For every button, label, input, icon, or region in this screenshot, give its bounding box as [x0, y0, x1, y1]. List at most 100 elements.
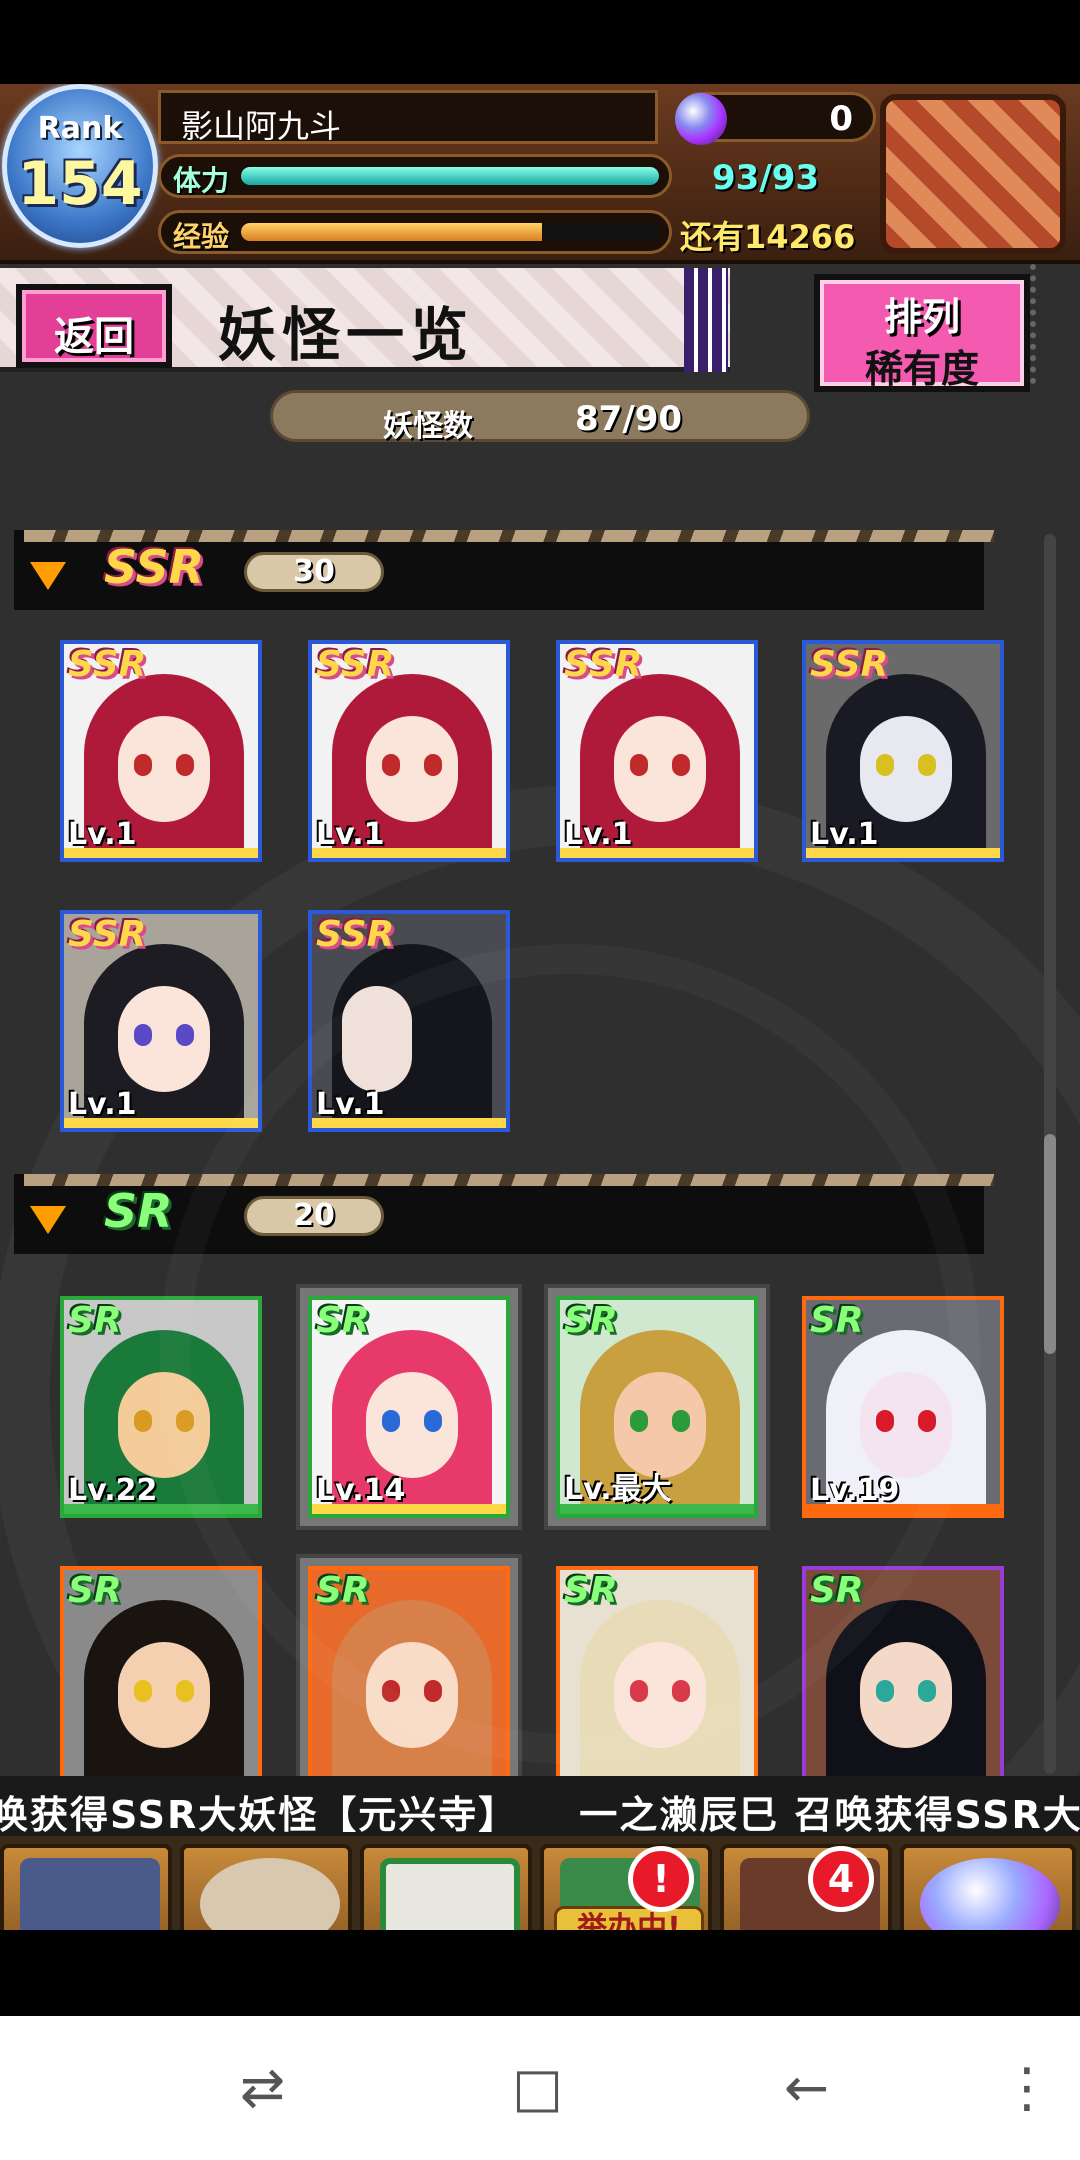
- exp-remaining: 还有14266: [680, 218, 856, 256]
- portrait-eye: [630, 1410, 648, 1432]
- magic-orb-icon: [675, 93, 727, 145]
- card-rarity-tag: SSR: [564, 644, 643, 685]
- menu-button[interactable]: ⋮: [1000, 2056, 1054, 2119]
- gift-box-icon[interactable]: [880, 94, 1066, 254]
- rank-value: 154: [17, 149, 143, 219]
- portrait-face: [860, 716, 952, 822]
- portrait-eye: [424, 754, 442, 776]
- portrait-face: [118, 1642, 210, 1748]
- portrait-hair: [332, 1330, 492, 1514]
- magnifier-map-icon: [200, 1858, 340, 1930]
- bottom-nav: 宅邸 探索 妖怪 举办中! ! 召唤 4 妖友 商店: [0, 1836, 1080, 1930]
- monster-count-value: 87/90: [575, 399, 683, 439]
- game-screen: Rank 154 影山阿九斗 0 体力 93/93 经验 还有14266 返回 …: [0, 84, 1080, 1930]
- section-header-ssr[interactable]: SSR 30: [14, 530, 994, 610]
- back-nav-button[interactable]: ←: [784, 2056, 829, 2119]
- monster-card[interactable]: SSR Lv.1: [556, 640, 758, 862]
- rarity-badge-sr: SR: [104, 1184, 173, 1238]
- monster-portrait: [312, 1570, 506, 1776]
- sort-button[interactable]: 排列 稀有度: [814, 274, 1030, 392]
- portrait-hair: [332, 944, 492, 1128]
- scrollbar-thumb[interactable]: [1044, 1134, 1056, 1354]
- portrait-eye: [382, 1680, 400, 1702]
- status-bar: [0, 0, 1080, 84]
- portrait-face: [366, 716, 458, 822]
- title-tab-decoration: [684, 268, 728, 372]
- stamina-bar: [241, 167, 659, 185]
- nav-shop[interactable]: 商店: [900, 1844, 1076, 1930]
- monster-card[interactable]: SR Lv.19: [802, 1296, 1004, 1518]
- exp-bar: [241, 223, 659, 241]
- monster-card[interactable]: SSR Lv.1: [308, 640, 510, 862]
- card-rarity-tag: SR: [316, 1300, 370, 1341]
- player-name: 影山阿九斗: [181, 107, 342, 145]
- nav-explore[interactable]: 探索: [180, 1844, 352, 1930]
- monster-card[interactable]: SR: [802, 1566, 1004, 1776]
- monster-card[interactable]: SSR Lv.1: [60, 640, 262, 862]
- nav-monsters[interactable]: 妖怪: [360, 1844, 532, 1930]
- scroll-icon: [380, 1858, 520, 1930]
- news-ticker: 唤获得SSR大妖怪【元兴寺】 一之濑辰巳 召唤获得SSR大: [0, 1776, 1080, 1836]
- portrait-face: [342, 986, 412, 1092]
- exp-fill: [241, 223, 542, 241]
- collapse-arrow-icon[interactable]: [30, 1206, 66, 1234]
- scrollbar[interactable]: [1044, 534, 1056, 1774]
- portrait-face: [614, 1372, 706, 1478]
- rank-label: Rank: [37, 111, 123, 146]
- level-bar: [312, 1118, 506, 1128]
- portrait-eye: [918, 754, 936, 776]
- crystal-orb-icon: [920, 1858, 1060, 1930]
- stamina-gauge: 体力: [158, 154, 672, 198]
- nav-summon[interactable]: 举办中! ! 召唤: [540, 1844, 712, 1930]
- monster-card[interactable]: SSR Lv.1: [802, 640, 1004, 862]
- monster-card[interactable]: SR: [308, 1566, 510, 1776]
- nav-mansion[interactable]: 宅邸: [0, 1844, 172, 1930]
- card-rarity-tag: SSR: [810, 644, 889, 685]
- sort-value: 稀有度: [864, 347, 979, 391]
- monster-card[interactable]: SR Lv.22: [60, 1296, 262, 1518]
- level-bar: [560, 1504, 754, 1514]
- portrait-eye: [672, 1680, 690, 1702]
- card-level: Lv.1: [810, 817, 879, 852]
- portrait-eye: [918, 1680, 936, 1702]
- portrait-eye: [176, 754, 194, 776]
- orb-counter[interactable]: 0: [675, 92, 876, 145]
- monster-list[interactable]: SSR 30 SSR Lv.1 SSR Lv.1 SSR Lv.1 SSR Lv…: [0, 444, 1080, 1776]
- portrait-eye: [424, 1410, 442, 1432]
- card-rarity-tag: SR: [564, 1570, 618, 1611]
- card-rarity-tag: SSR: [316, 914, 395, 955]
- card-rarity-tag: SR: [564, 1300, 618, 1341]
- gear-icon: [1030, 264, 1078, 384]
- monster-portrait: [312, 1300, 506, 1514]
- portrait-eye: [876, 754, 894, 776]
- monster-card[interactable]: SSR Lv.1: [308, 910, 510, 1132]
- monster-card[interactable]: SR: [556, 1566, 758, 1776]
- player-name-box: 影山阿九斗: [158, 90, 658, 145]
- monster-card[interactable]: SSR Lv.1: [60, 910, 262, 1132]
- portrait-hair: [332, 1600, 492, 1776]
- card-level: Lv.最大: [564, 1472, 672, 1507]
- monster-card[interactable]: SR Lv.最大: [556, 1296, 758, 1518]
- collapse-arrow-icon[interactable]: [30, 562, 66, 590]
- count-badge: 4: [808, 1846, 874, 1912]
- portrait-eye: [672, 1410, 690, 1432]
- stamina-label: 体力: [173, 164, 230, 197]
- nav-friends[interactable]: 4 妖友: [720, 1844, 892, 1930]
- home-button[interactable]: □: [512, 2056, 563, 2119]
- stamina-value: 93/93: [712, 158, 820, 198]
- section-header-sr[interactable]: SR 20: [14, 1174, 994, 1254]
- monster-card[interactable]: SR: [60, 1566, 262, 1776]
- sort-label: 排列: [883, 295, 960, 339]
- card-level: Lv.1: [316, 1087, 385, 1122]
- portrait-face: [614, 716, 706, 822]
- back-button[interactable]: 返回: [16, 284, 172, 368]
- recents-button[interactable]: ⇄: [240, 2056, 285, 2119]
- card-level: Lv.1: [68, 1087, 137, 1122]
- portrait-eye: [382, 1410, 400, 1432]
- monster-card[interactable]: SR Lv.14: [308, 1296, 510, 1518]
- portrait-eye: [876, 1680, 894, 1702]
- card-rarity-tag: SR: [316, 1570, 370, 1611]
- monster-portrait: [806, 1570, 1000, 1776]
- card-level: Lv.19: [810, 1473, 900, 1508]
- level-bar: [312, 1504, 506, 1514]
